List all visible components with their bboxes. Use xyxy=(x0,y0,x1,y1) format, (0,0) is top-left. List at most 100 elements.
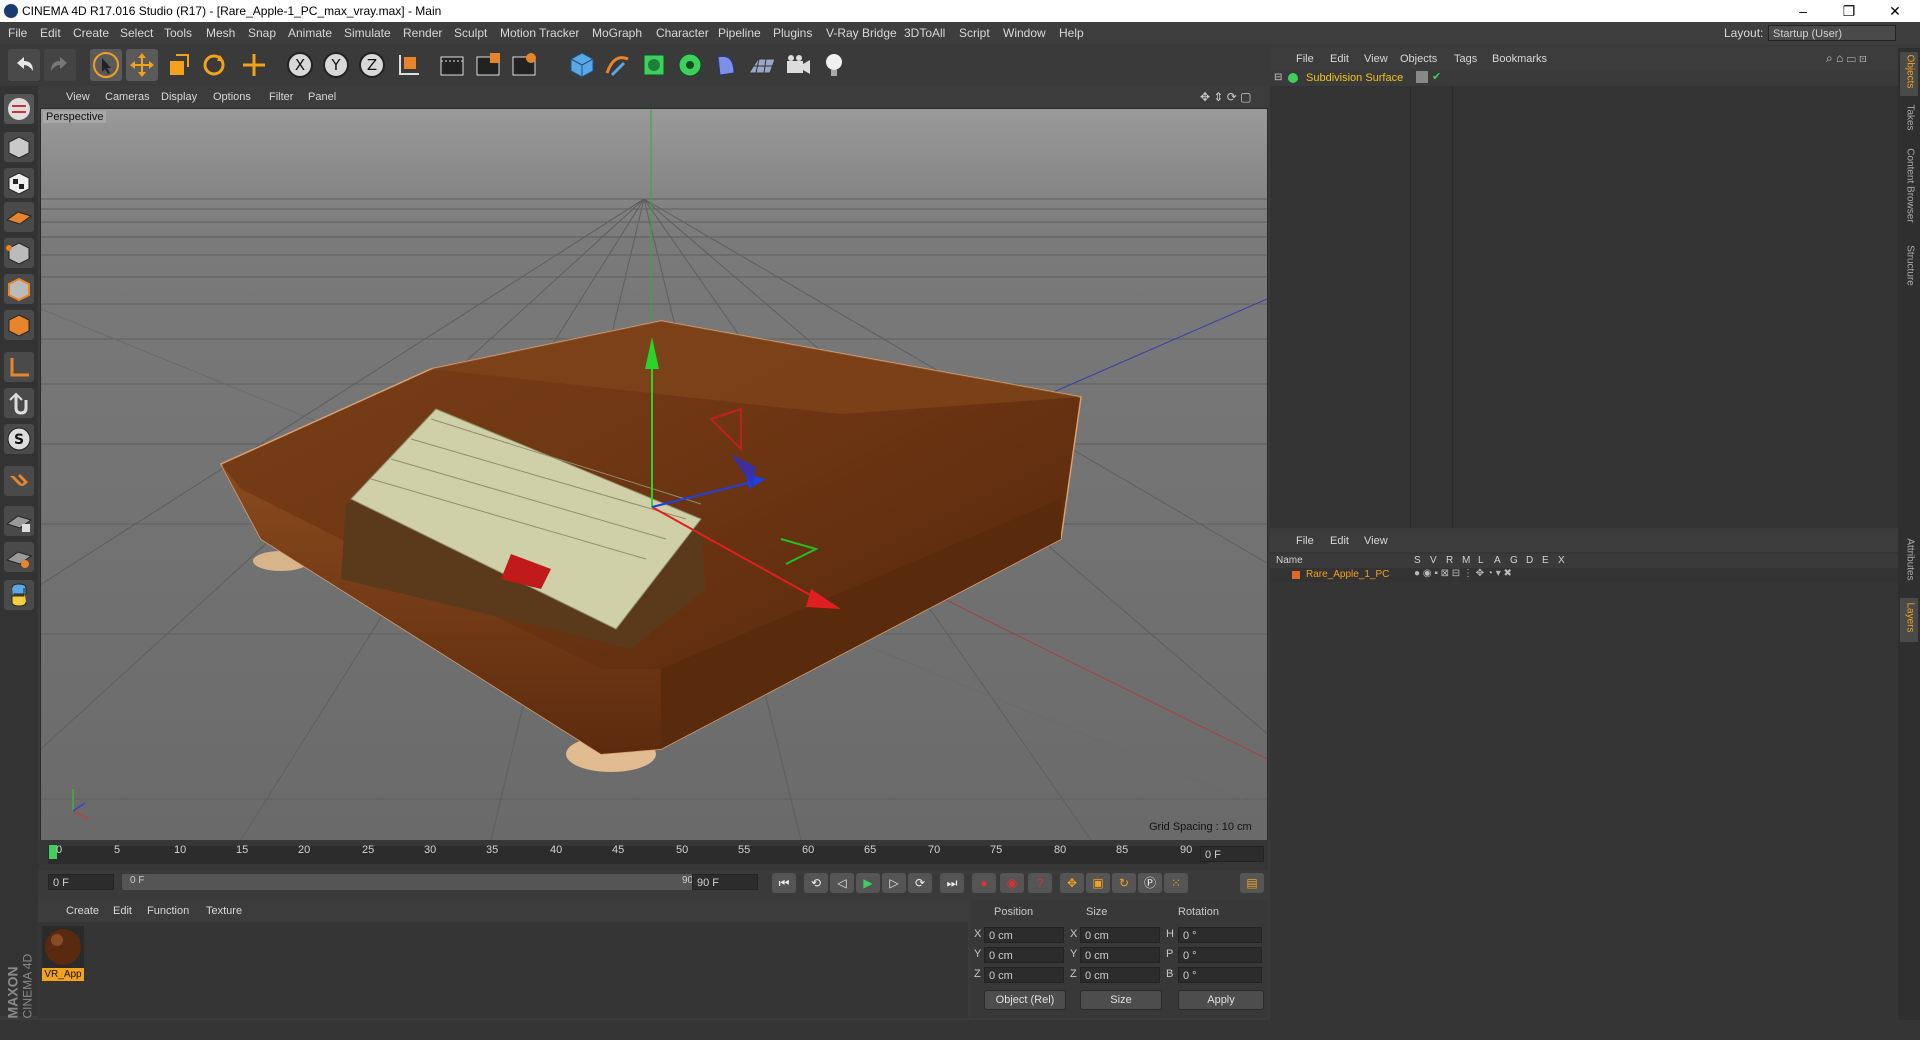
coords-pos-y-field[interactable]: 0 cm xyxy=(984,947,1064,963)
object-menu-view[interactable]: View xyxy=(1364,53,1388,65)
redo-icon[interactable] xyxy=(44,49,76,81)
menu-simulate[interactable]: Simulate xyxy=(344,26,391,40)
coords-size-x-field[interactable]: 0 cm xyxy=(1080,927,1160,943)
layer-name[interactable]: Rare_Apple_1_PC xyxy=(1306,569,1389,580)
coords-size-z-field[interactable]: 0 cm xyxy=(1080,967,1160,983)
menu-render[interactable]: Render xyxy=(403,26,442,40)
viewport-menu-filter[interactable]: Filter xyxy=(269,91,293,103)
subdivision-surface-icon[interactable] xyxy=(638,49,670,81)
render-to-picture-viewer-icon[interactable] xyxy=(472,49,504,81)
material-menu-edit[interactable]: Edit xyxy=(113,905,132,917)
visibility-toggle-icon[interactable] xyxy=(1416,71,1428,83)
end-frame-field[interactable]: 90 F xyxy=(692,874,758,890)
key-pla-icon[interactable]: ⁙ xyxy=(1164,873,1188,893)
spline-pen-icon[interactable] xyxy=(602,49,634,81)
light-icon[interactable] xyxy=(818,49,850,81)
object-menu-objects[interactable]: Objects xyxy=(1400,53,1437,65)
layer-menu-view[interactable]: View xyxy=(1364,535,1388,547)
menu-plugins[interactable]: Plugins xyxy=(773,26,812,40)
render-settings-icon[interactable] xyxy=(508,49,540,81)
workplane-mode-icon[interactable] xyxy=(4,202,34,232)
size-mode-dropdown[interactable]: Size xyxy=(1080,990,1162,1010)
coordinate-system-icon[interactable] xyxy=(392,49,424,81)
python-icon[interactable] xyxy=(4,580,34,610)
layer-flags-icons[interactable]: ● ◉ ▪ ⊠ ⊟ ⋮ ✥ ◔ ▾ ✖ xyxy=(1414,568,1512,579)
material-menu-function[interactable]: Function xyxy=(147,905,189,917)
timeline-window-icon[interactable]: ▤ xyxy=(1240,873,1264,893)
menu-select[interactable]: Select xyxy=(120,26,153,40)
menu-file[interactable]: File xyxy=(8,26,27,40)
viewport-menu-panel[interactable]: Panel xyxy=(308,91,336,103)
apply-button[interactable]: Apply xyxy=(1178,990,1264,1010)
menu-character[interactable]: Character xyxy=(656,26,709,40)
key-position-icon[interactable]: ✥ xyxy=(1060,873,1084,893)
previous-key-icon[interactable]: ⟲ xyxy=(804,873,828,893)
menu-help[interactable]: Help xyxy=(1059,26,1084,40)
key-parameter-icon[interactable]: Ⓟ xyxy=(1138,873,1162,893)
solo-mode-icon[interactable]: S xyxy=(4,424,34,454)
coords-rot-p-field[interactable]: 0 ° xyxy=(1178,947,1262,963)
menu-edit[interactable]: Edit xyxy=(40,26,61,40)
tweak-mode-icon[interactable] xyxy=(4,388,34,418)
record-icon[interactable]: ● xyxy=(972,873,996,893)
floor-icon[interactable] xyxy=(746,49,778,81)
scale-icon[interactable] xyxy=(162,49,194,81)
menu-pipeline[interactable]: Pipeline xyxy=(718,26,761,40)
x-axis-lock-button[interactable]: X xyxy=(284,49,316,81)
render-view-icon[interactable] xyxy=(436,49,468,81)
menu-mograph[interactable]: MoGraph xyxy=(592,26,642,40)
lock-workplane-icon[interactable] xyxy=(4,506,34,536)
layer-color-swatch[interactable] xyxy=(1292,571,1300,579)
current-frame-field[interactable]: 0 F xyxy=(1200,846,1264,862)
tab-objects[interactable]: Objects xyxy=(1900,52,1918,96)
timeline-track[interactable] xyxy=(48,846,1208,864)
y-axis-lock-button[interactable]: Y xyxy=(320,49,352,81)
planar-workplane-icon[interactable] xyxy=(4,542,34,572)
close-button[interactable]: ✕ xyxy=(1872,0,1918,22)
layer-menu-file[interactable]: File xyxy=(1296,535,1314,547)
menu-vray-bridge[interactable]: V-Ray Bridge xyxy=(826,26,897,40)
material-menu-create[interactable]: Create xyxy=(66,905,99,917)
object-list[interactable]: ⊟ Subdivision Surface ✔ xyxy=(1270,70,1898,528)
autokey-icon[interactable]: ◉ xyxy=(1000,873,1024,893)
model-mode-icon[interactable] xyxy=(4,132,34,162)
menu-motion-tracker[interactable]: Motion Tracker xyxy=(500,26,579,40)
live-selection-icon[interactable] xyxy=(90,49,122,81)
material-menu-texture[interactable]: Texture xyxy=(206,905,242,917)
next-key-icon[interactable]: ⟳ xyxy=(908,873,932,893)
tab-content-browser[interactable]: Content Browser xyxy=(1900,144,1918,234)
maximize-button[interactable]: ❐ xyxy=(1826,0,1872,22)
timeline-ruler[interactable]: 0 5 10 15 20 25 30 35 40 45 50 55 60 65 … xyxy=(38,840,1268,870)
object-name[interactable]: Subdivision Surface xyxy=(1306,72,1403,84)
make-editable-icon[interactable] xyxy=(4,94,34,124)
last-tool-icon[interactable] xyxy=(238,49,270,81)
edges-mode-icon[interactable] xyxy=(4,274,34,304)
polygons-mode-icon[interactable] xyxy=(4,310,34,340)
object-manager-search-icon[interactable]: ⌕ ⌂ ▭ ⊡ xyxy=(1826,51,1867,66)
go-to-end-icon[interactable]: ⏭ xyxy=(940,873,964,893)
move-icon[interactable] xyxy=(126,49,158,81)
coords-rot-b-field[interactable]: 0 ° xyxy=(1178,967,1262,983)
viewport-menu-view[interactable]: View xyxy=(66,91,90,103)
menu-create[interactable]: Create xyxy=(73,26,109,40)
keyframe-selection-icon[interactable]: ? xyxy=(1028,873,1052,893)
previous-frame-icon[interactable]: ◁ xyxy=(830,873,854,893)
camera-icon[interactable] xyxy=(782,49,814,81)
coords-size-y-field[interactable]: 0 cm xyxy=(1080,947,1160,963)
menu-window[interactable]: Window xyxy=(1003,26,1046,40)
axis-mode-icon[interactable] xyxy=(4,352,34,382)
perspective-viewport[interactable]: Perspective Grid Spacing : 10 cm xyxy=(40,108,1268,841)
rotate-icon[interactable] xyxy=(198,49,230,81)
object-row-subdivision-surface[interactable]: ⊟ Subdivision Surface ✔ xyxy=(1270,70,1898,86)
object-menu-edit[interactable]: Edit xyxy=(1330,53,1349,65)
go-to-start-icon[interactable]: ⏮ xyxy=(772,873,796,893)
play-icon[interactable]: ▶ xyxy=(856,873,880,893)
layout-dropdown[interactable]: Startup (User) xyxy=(1768,25,1896,41)
next-frame-icon[interactable]: ▷ xyxy=(882,873,906,893)
snap-magnet-icon[interactable] xyxy=(4,466,34,496)
coords-pos-z-field[interactable]: 0 cm xyxy=(984,967,1064,983)
material-swatch-vr-app[interactable]: VR_App xyxy=(42,926,84,982)
tab-structure[interactable]: Structure xyxy=(1900,240,1918,296)
menu-tools[interactable]: Tools xyxy=(164,26,192,40)
points-mode-icon[interactable] xyxy=(4,238,34,268)
